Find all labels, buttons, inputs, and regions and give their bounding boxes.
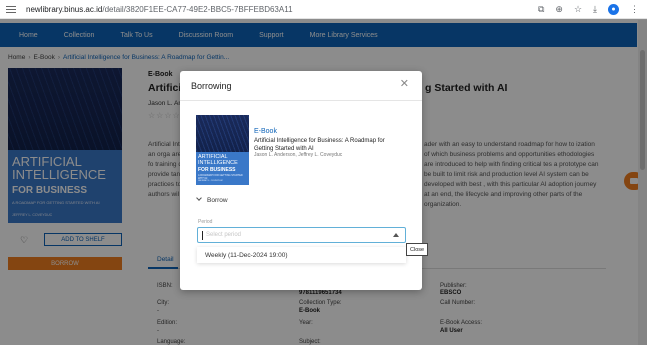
dialog-header: Borrowing [180,71,422,101]
dialog-book-cover: ARTIFICIAL INTELLIGENCE FOR BUSINESS A RO… [196,115,249,185]
download-icon[interactable]: ⤓ [593,5,597,14]
profile-avatar-icon[interactable]: ● [608,4,619,15]
close-icon[interactable]: ✕ [400,79,409,90]
cover-author: JEFFREY L. COVEYDUC [198,180,224,182]
bookmark-star-icon[interactable]: ☆ [574,5,582,14]
period-label: Period [198,219,213,225]
period-placeholder: Select period [206,232,242,238]
cover-line-3: FOR BUSINESS [198,167,236,173]
menu-kebab-icon[interactable]: ⋮ [630,5,639,14]
cover-title-line: ARTIFICIAL INTELLIGENCE [198,154,238,166]
dialog-item-type: E-Book [254,128,277,135]
borrowing-dialog: Borrowing ✕ ARTIFICIAL INTELLIGENCE FOR B… [180,71,422,290]
chevron-down-icon [196,195,202,201]
chevron-up-icon[interactable] [393,233,399,237]
site-settings-icon[interactable] [6,4,16,14]
cover-line-2: INTELLIGENCE [198,160,238,166]
url-path: /detail/3820F1EE-CA77-49E2-BBC5-7BFFEBD6… [102,4,293,14]
period-option[interactable]: Weekly (11-Dec-2024 19:00) [197,247,406,263]
period-select[interactable]: Select period [197,227,406,243]
close-tooltip: Close [406,243,429,256]
borrow-section-label: Borrow [207,197,228,204]
browser-toolbar: newlibrary.binus.ac.id/detail/3820F1EE-C… [0,0,647,19]
zoom-icon[interactable]: ⊕ [555,5,563,14]
dialog-item-author: Jason L. Anderson, Jeffrey L. Coveyduc [254,152,343,158]
address-bar[interactable]: newlibrary.binus.ac.id/detail/3820F1EE-C… [26,5,293,14]
install-app-icon[interactable]: ⧉ [538,5,544,14]
borrow-section-toggle[interactable]: Borrow [196,195,228,204]
dialog-title: Borrowing [191,80,232,91]
url-host: newlibrary.binus.ac.id [26,4,103,14]
dialog-item-title: Artificial Intelligence for Business: A … [254,138,385,152]
text-caret [202,230,203,240]
